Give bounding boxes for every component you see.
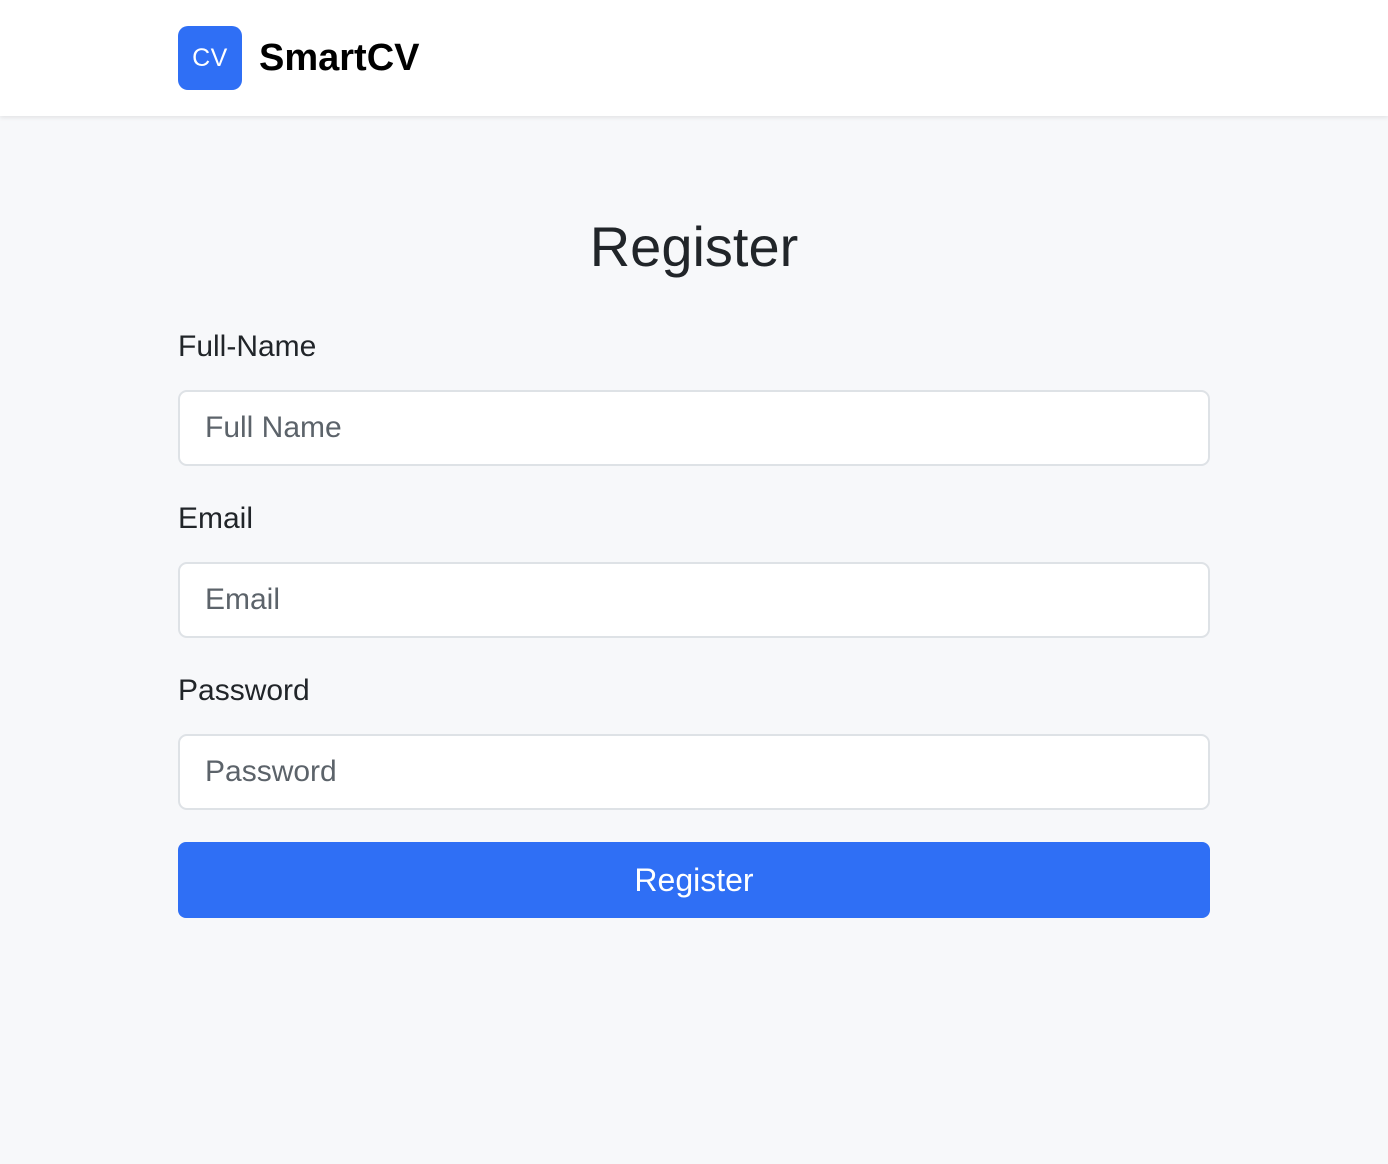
- brand-link[interactable]: CV SmartCV: [178, 26, 420, 90]
- brand-logo-icon: CV: [178, 26, 242, 90]
- password-label: Password: [178, 674, 310, 707]
- navbar: CV SmartCV: [0, 0, 1388, 116]
- email-input[interactable]: [178, 562, 1210, 638]
- page-title: Register: [589, 215, 799, 278]
- brand-name: SmartCV: [259, 36, 420, 79]
- full-name-label: Full-Name: [178, 330, 317, 363]
- password-input[interactable]: [178, 734, 1210, 810]
- email-label: Email: [178, 502, 254, 535]
- register-button[interactable]: Register: [178, 842, 1210, 918]
- full-name-input[interactable]: [178, 390, 1210, 466]
